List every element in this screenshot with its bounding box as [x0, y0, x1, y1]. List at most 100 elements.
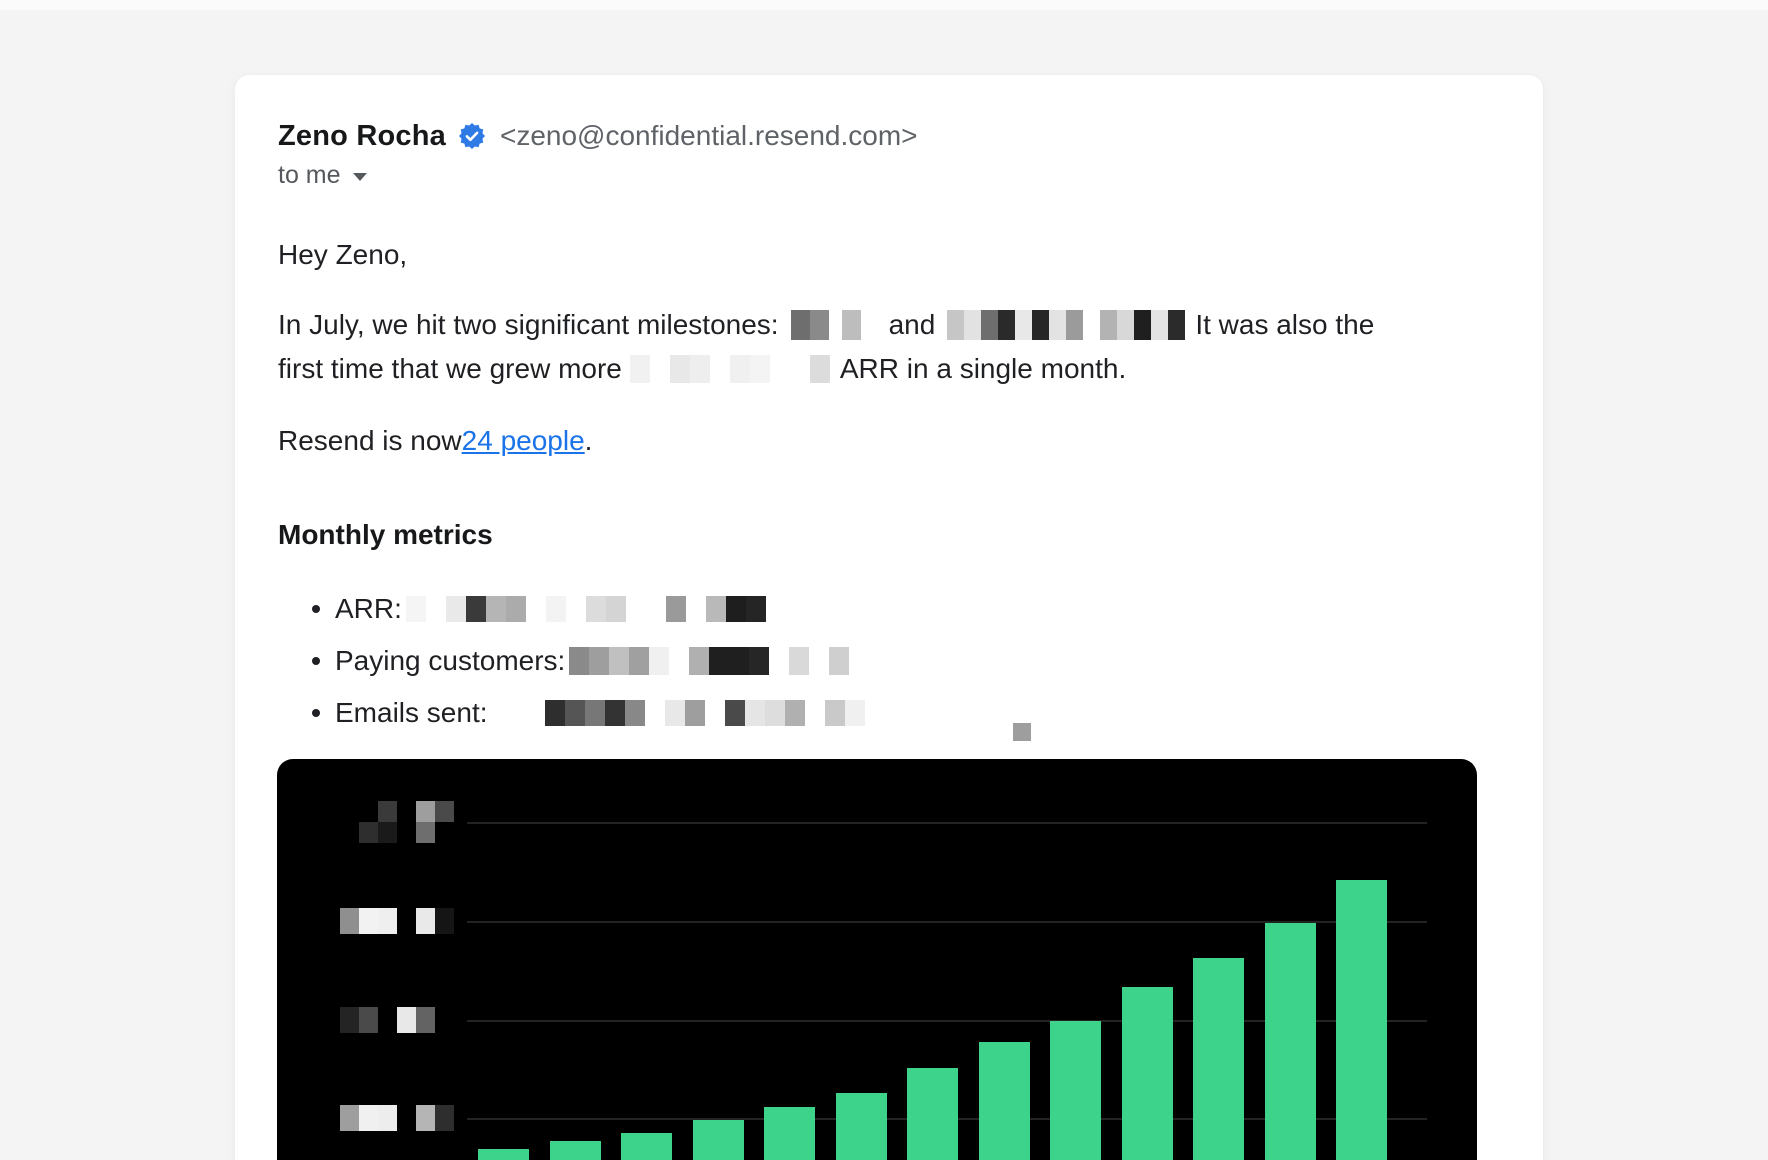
redacted-pixel	[1083, 310, 1100, 340]
chart-bar	[621, 1133, 672, 1160]
redacted-pixel	[397, 1007, 416, 1033]
redacted-pixel	[709, 647, 729, 675]
section-heading: Monthly metrics	[278, 519, 1499, 553]
redacted-pixel	[947, 310, 964, 340]
chart-bar	[1193, 958, 1244, 1160]
redacted-block	[545, 700, 865, 726]
redacted-pixel	[446, 596, 466, 622]
email-header: Zeno Rocha <zeno@confidential.resend.com…	[278, 119, 1499, 153]
redacted-pixel	[649, 647, 669, 675]
redacted-pixel	[810, 310, 829, 340]
redacted-pixel	[810, 355, 830, 383]
redacted-pixel	[746, 596, 766, 622]
redacted-pixel	[397, 908, 416, 934]
redacted-pixel	[416, 908, 435, 934]
redacted-pixel	[609, 647, 629, 675]
sender-name: Zeno Rocha	[278, 120, 446, 153]
redacted-pixel	[1066, 310, 1083, 340]
redacted-pixel	[359, 908, 378, 934]
redacted-pixel	[981, 310, 998, 340]
redacted-pixel	[726, 596, 746, 622]
bullet-icon	[312, 605, 320, 613]
chart-bar	[1336, 880, 1387, 1160]
redacted-pixel	[630, 355, 650, 383]
redacted-pixel	[805, 700, 825, 726]
redacted-pixel	[646, 596, 666, 622]
team-size-suffix: .	[585, 425, 593, 457]
redacted-pixel	[605, 700, 625, 726]
redacted-pixel	[789, 647, 809, 675]
redacted-pixel	[406, 596, 426, 622]
redacted-pixel	[435, 801, 454, 822]
paragraph-line-2: first time that we grew more ARR in a si…	[278, 347, 1499, 391]
redacted-pixel	[1117, 310, 1134, 340]
redacted-pixel	[1100, 310, 1117, 340]
line2-text-prefix: first time that we grew more	[278, 353, 622, 385]
metric-item-emails-sent: Emails sent:	[278, 687, 1499, 739]
redacted-pixel	[416, 1105, 435, 1131]
redacted-pixel	[690, 355, 710, 383]
redacted-pixel	[625, 700, 645, 726]
24-people-link[interactable]: 24 people	[462, 425, 585, 457]
redacted-pixel	[435, 822, 454, 843]
team-size-prefix: Resend is now	[278, 425, 462, 457]
redacted-pixel	[359, 1105, 378, 1131]
redacted-pixel	[770, 355, 790, 383]
redacted-pixel	[585, 700, 605, 726]
redacted-pixel	[825, 700, 845, 726]
page-top-strip	[0, 0, 1768, 10]
redacted-pixel	[629, 647, 649, 675]
redacted-pixel	[340, 801, 359, 822]
redacted-pixel	[526, 596, 546, 622]
chevron-down-icon	[353, 173, 367, 181]
line2-text-suffix: ARR in a single month.	[840, 353, 1126, 385]
metric-label: ARR:	[335, 593, 402, 625]
chart-gridline	[467, 822, 1427, 824]
milestones-paragraph: In July, we hit two significant mileston…	[278, 303, 1499, 391]
redacted-pixel	[685, 700, 705, 726]
redacted-pixel	[670, 355, 690, 383]
redacted-pixel	[378, 1007, 397, 1033]
chart-axis-label-redacted	[340, 1007, 435, 1033]
chart-axis-label-redacted	[340, 1105, 454, 1131]
redacted-pixel	[785, 700, 805, 726]
redacted-block	[630, 355, 830, 383]
redacted-pixel	[842, 310, 861, 340]
redacted-pixel	[426, 596, 446, 622]
chart-bar	[550, 1141, 601, 1160]
metric-label: Paying customers:	[335, 645, 565, 677]
redacted-block	[947, 310, 1185, 340]
redacted-pixel	[790, 355, 810, 383]
redacted-pixel	[710, 355, 730, 383]
redacted-pixel	[416, 1007, 435, 1033]
metric-item-arr: ARR:	[278, 583, 1499, 635]
redacted-block	[406, 596, 766, 622]
chart-bar	[979, 1042, 1030, 1160]
redacted-block	[569, 647, 849, 675]
redacted-pixel	[750, 355, 770, 383]
redacted-pixel	[669, 647, 689, 675]
redacted-block	[842, 310, 861, 340]
greeting-text: Hey Zeno,	[278, 233, 1499, 277]
chart-bar	[1265, 923, 1316, 1160]
redacted-pixel	[397, 801, 416, 822]
to-me-toggle[interactable]: to me	[278, 161, 367, 189]
redacted-block	[791, 310, 829, 340]
redacted-pixel	[689, 647, 709, 675]
redacted-pixel	[435, 1105, 454, 1131]
line1-text-prefix: In July, we hit two significant mileston…	[278, 309, 779, 341]
redacted-pixel	[1032, 310, 1049, 340]
to-label: to me	[278, 161, 341, 190]
redacted-pixel	[1013, 723, 1031, 741]
redacted-pixel	[706, 596, 726, 622]
redacted-pixel	[745, 700, 765, 726]
metrics-list: ARR: Paying customers: Emails sent:	[278, 583, 1499, 739]
redacted-pixel	[845, 700, 865, 726]
verified-badge-icon	[459, 123, 485, 149]
redacted-pixel	[1168, 310, 1185, 340]
redacted-pixel	[486, 596, 506, 622]
redacted-pixel	[359, 1007, 378, 1033]
redacted-pixel	[565, 700, 585, 726]
redacted-pixel	[626, 596, 646, 622]
bullet-icon	[312, 657, 320, 665]
